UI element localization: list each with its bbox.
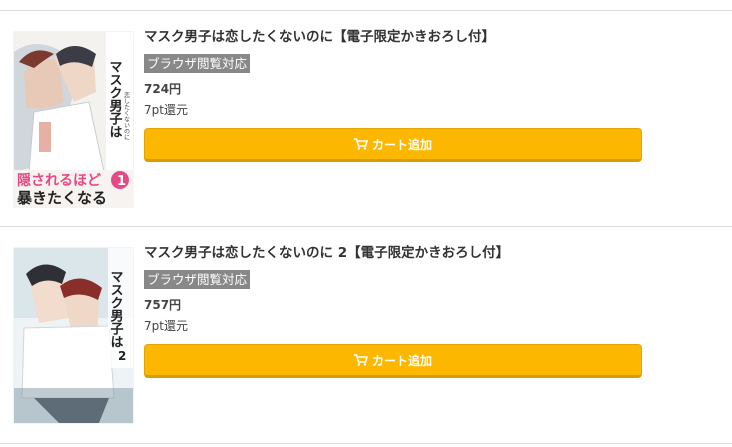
divider <box>0 443 732 444</box>
product-title[interactable]: マスク男子は恋したくないのに 2【電子限定かきおろし付】 <box>144 244 509 262</box>
cover-volume: 2 <box>118 349 126 363</box>
product-item: マスク男子は 2 マスク男子は恋したくないのに 2【電子限定かきおろし付】 ブラ… <box>0 227 732 442</box>
cover-image[interactable]: マスク男子は 2 <box>14 248 133 423</box>
cover-volume: 1 <box>117 174 126 189</box>
cover-tagline-black: 暴きたくなる <box>17 189 107 207</box>
product-info: マスク男子は恋したくないのに【電子限定かきおろし付】 ブラウザ閲覧対応 724円… <box>144 28 664 198</box>
product-price: 724円 <box>144 82 182 96</box>
cart-button-label: カート追加 <box>371 353 432 368</box>
cart-icon <box>353 354 368 366</box>
cart-button-label: カート追加 <box>371 137 432 152</box>
product-list: マスク男子は 恋したくないのに 隠されるほど 暴きたくなる 1 マスク男子は恋し… <box>0 0 732 447</box>
product-info: マスク男子は恋したくないのに 2【電子限定かきおろし付】 ブラウザ閲覧対応 75… <box>144 244 664 414</box>
add-to-cart-button[interactable]: カート追加 <box>144 128 642 162</box>
cover-series-text: マスク男子は <box>107 60 123 138</box>
product-title[interactable]: マスク男子は恋したくないのに【電子限定かきおろし付】 <box>144 28 495 46</box>
cover-tagline-pink: 隠されるほど <box>17 172 101 189</box>
product-item: マスク男子は 恋したくないのに 隠されるほど 暴きたくなる 1 マスク男子は恋し… <box>0 11 732 226</box>
cover-image[interactable]: マスク男子は 恋したくないのに 隠されるほど 暴きたくなる 1 <box>14 32 133 207</box>
product-price: 757円 <box>144 298 182 312</box>
cart-icon <box>353 138 368 150</box>
browser-badge: ブラウザ閲覧対応 <box>144 54 251 73</box>
cover-series-text: マスク男子は <box>108 270 124 348</box>
add-to-cart-button[interactable]: カート追加 <box>144 344 642 378</box>
product-points: 7pt還元 <box>144 319 188 333</box>
browser-badge: ブラウザ閲覧対応 <box>144 270 251 289</box>
product-points: 7pt還元 <box>144 103 188 117</box>
cover-subtitle-text: 恋したくないのに <box>123 91 130 140</box>
